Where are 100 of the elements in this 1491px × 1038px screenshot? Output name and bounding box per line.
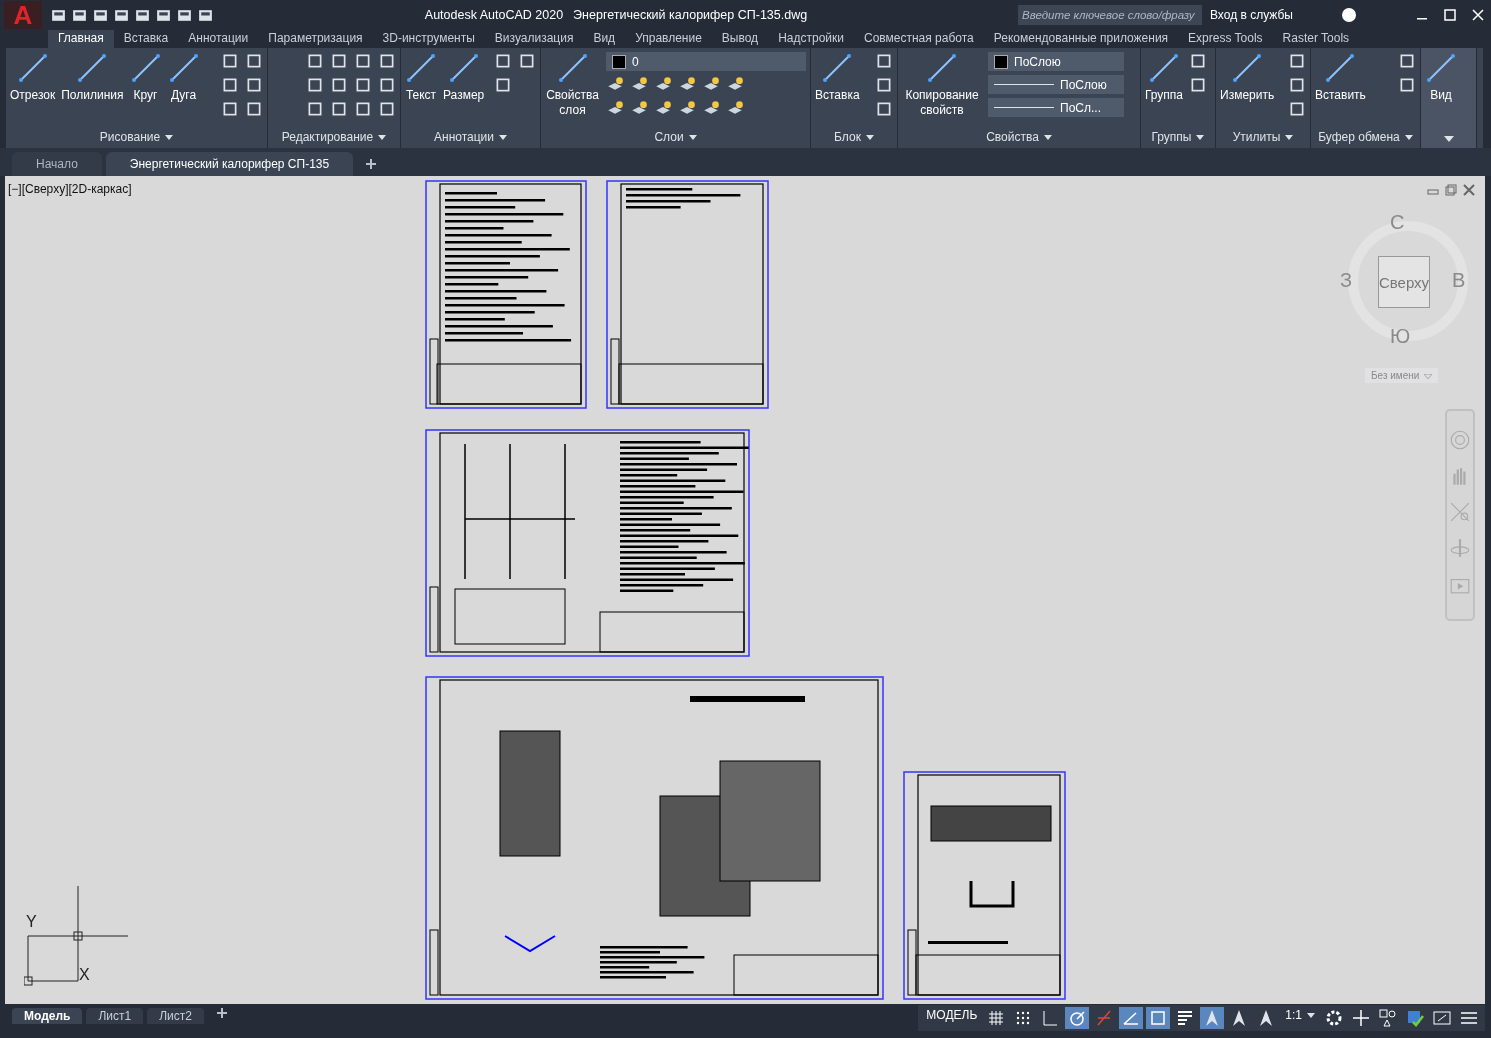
tool-icon[interactable] (1398, 52, 1416, 70)
ribbon-tab[interactable]: Express Tools (1178, 30, 1273, 48)
maximize-icon[interactable] (1443, 8, 1457, 22)
document-tab[interactable]: Энергетический калорифер СП-135 (105, 152, 354, 176)
tool-icon[interactable] (306, 76, 324, 94)
panel-title[interactable]: Рисование (6, 130, 267, 148)
caret-icon[interactable] (1443, 136, 1454, 142)
tool-icon[interactable] (378, 52, 396, 70)
panel-title[interactable]: Буфер обмена (1311, 130, 1420, 148)
property-dropdown[interactable]: ПоСлою (988, 75, 1124, 94)
panel-title[interactable]: Утилиты (1216, 130, 1310, 148)
osnap-toggle-icon[interactable] (1146, 1007, 1171, 1029)
panel-title[interactable]: Группы (1141, 130, 1215, 148)
tool-icon[interactable] (378, 76, 396, 94)
tool-icon[interactable] (330, 76, 348, 94)
layout-tab[interactable]: Лист1 (86, 1008, 144, 1024)
tool-icon[interactable] (221, 76, 239, 94)
ribbon-tab[interactable]: Главная (48, 30, 114, 48)
tool-icon[interactable] (518, 52, 536, 70)
tool-icon[interactable] (306, 52, 324, 70)
tool-icon[interactable] (330, 100, 348, 118)
ribbon-tab[interactable]: Рекомендованные приложения (983, 30, 1179, 48)
ribbon-button[interactable]: Отрезок (10, 52, 56, 103)
axis-label: Y (26, 913, 37, 931)
restore-icon[interactable] (1445, 184, 1457, 196)
caret-icon (1424, 373, 1433, 379)
ribbon-button[interactable]: Текст (405, 52, 437, 103)
panel-title[interactable]: Аннотации (401, 130, 540, 148)
tool-icon[interactable] (378, 100, 396, 118)
app-title: Autodesk AutoCAD 2020 (424, 8, 564, 22)
ribbon-button[interactable]: Измерить (1220, 52, 1275, 103)
ribbon-tab[interactable]: Надстройки (768, 30, 854, 48)
tool-icon (167, 52, 200, 84)
model-space-button[interactable]: МОДЕЛЬ (922, 1006, 982, 1030)
tool-icon[interactable] (221, 100, 239, 118)
angle-toggle-icon[interactable] (1119, 1007, 1144, 1029)
tool-icon[interactable] (221, 52, 239, 70)
ribbon-button[interactable]: Копирование свойств (902, 52, 982, 118)
tool-icon (405, 52, 437, 84)
property-dropdown[interactable]: ПоСл... (988, 98, 1124, 117)
tool-icon[interactable] (354, 52, 372, 70)
viewcube-face[interactable]: Сверху (1378, 256, 1430, 308)
ribbon-button[interactable]: Дуга (167, 52, 200, 103)
tool-icon[interactable] (245, 100, 263, 118)
caret-icon (1285, 135, 1294, 141)
tool-icon[interactable] (245, 52, 263, 70)
tool-icon (1425, 52, 1457, 84)
layout-tab[interactable]: Модель (12, 1008, 83, 1024)
ribbon-button[interactable]: Размер (443, 52, 485, 103)
panel-title[interactable]: Свойства (898, 130, 1140, 148)
panel-title[interactable]: Блок (811, 130, 897, 148)
ribbon-button[interactable]: Вид (1425, 52, 1457, 103)
ribbon-tab[interactable]: Визуализация (484, 30, 584, 48)
tool-icon[interactable] (330, 52, 348, 70)
caret-icon (688, 135, 697, 141)
tool-icon[interactable] (875, 52, 893, 70)
viewport-label[interactable]: [−][Сверху][2D-каркас] (8, 182, 132, 196)
property-dropdown[interactable]: ПоСлою (988, 52, 1124, 71)
tool-icon[interactable] (1288, 52, 1306, 70)
sign-in-link[interactable]: Вход в службы (1210, 8, 1293, 22)
layout-tab[interactable]: Лист2 (147, 1008, 204, 1024)
tool-icon[interactable] (1398, 76, 1416, 94)
tool-icon[interactable] (875, 100, 893, 118)
annotation-scale-button[interactable]: 1:1 (1281, 1006, 1319, 1030)
ribbon-tab[interactable]: Вывод (711, 30, 769, 48)
new-tab-icon[interactable] (365, 158, 378, 170)
ribbon-button[interactable]: Вставка (815, 52, 860, 103)
annovis-toggle-icon[interactable] (1200, 1007, 1225, 1029)
search-field[interactable]: Введите ключевое слово/фразу (1018, 5, 1202, 25)
tool-icon[interactable] (354, 100, 372, 118)
tool-icon (1148, 52, 1180, 84)
tool-icon[interactable] (1288, 76, 1306, 94)
ribbon-tab[interactable]: Аннотации (178, 30, 259, 48)
tool-icon[interactable] (494, 76, 512, 94)
ribbon-button[interactable]: Свойства слоя (545, 52, 600, 118)
ribbon-button[interactable]: Группа (1145, 52, 1184, 103)
tool-icon[interactable] (245, 76, 263, 94)
tool-icon[interactable] (306, 100, 324, 118)
ribbon-button[interactable]: Круг (129, 52, 162, 103)
ribbon-tab[interactable]: Параметризация (258, 30, 373, 48)
ribbon-button[interactable]: Полилиния (61, 52, 124, 103)
ribbon-tab[interactable]: Вставка (113, 30, 179, 48)
tool-icon[interactable] (1288, 100, 1306, 118)
add-layout-icon[interactable] (215, 1007, 228, 1019)
ribbon-button[interactable]: Вставить (1315, 52, 1366, 103)
panel-title[interactable]: Редактирование (268, 130, 400, 148)
ribbon-tab[interactable]: Управление (625, 30, 712, 48)
tool-icon[interactable] (494, 52, 512, 70)
tool-icon (1324, 52, 1357, 84)
layer-dropdown[interactable]: 0 (606, 52, 806, 71)
ribbon-tab[interactable]: Вид (583, 30, 626, 48)
polar-toggle-icon[interactable] (1065, 1007, 1090, 1029)
tool-icon[interactable] (875, 76, 893, 94)
caret-icon (1196, 135, 1205, 141)
document-tab[interactable]: Начало (12, 152, 102, 176)
ribbon-tab[interactable]: 3D-инструменты (372, 30, 485, 48)
tool-icon[interactable] (354, 76, 372, 94)
ribbon-tab[interactable]: Raster Tools (1272, 30, 1360, 48)
panel-title[interactable]: Слои (541, 130, 810, 148)
ribbon-tab[interactable]: Совместная работа (853, 30, 984, 48)
